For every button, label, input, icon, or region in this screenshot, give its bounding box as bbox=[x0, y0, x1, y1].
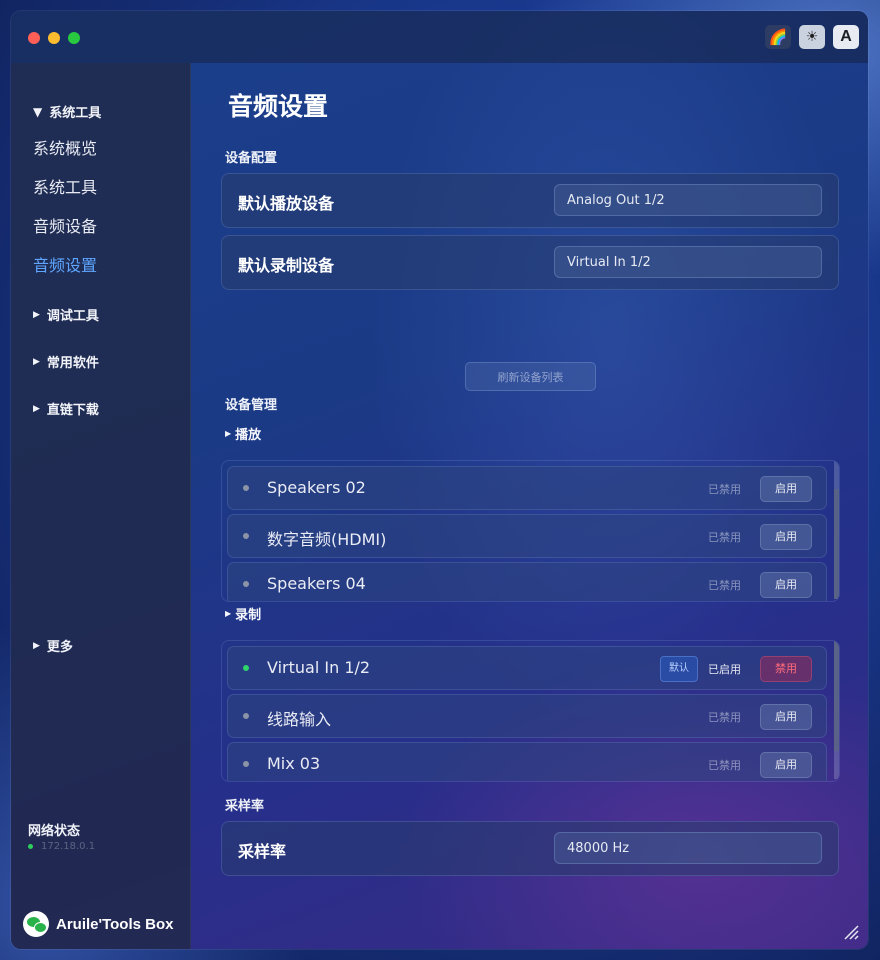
enable-button[interactable]: 启用 bbox=[760, 572, 812, 598]
status-dot-icon bbox=[243, 761, 249, 767]
brand-name: Aruile'Tools Box bbox=[56, 915, 174, 933]
rainbow-theme-icon[interactable]: 🌈 bbox=[765, 25, 791, 49]
default-playback-select[interactable]: Analog Out 1/2 bbox=[554, 184, 822, 216]
list-item: Virtual In 1/2 默认 已启用 禁用 bbox=[227, 646, 827, 690]
default-record-card: 默认录制设备 Virtual In 1/2 bbox=[221, 235, 839, 290]
sidebar-group-system-tools[interactable]: ▼ 系统工具 bbox=[33, 102, 102, 122]
playback-subsection-label: 播放 bbox=[235, 428, 262, 443]
list-item: 数字音频(HDMI) 已禁用 启用 bbox=[227, 514, 827, 558]
chevron-right-icon: ▶ bbox=[33, 640, 40, 651]
default-playback-label: 默认播放设备 bbox=[238, 194, 335, 213]
chevron-right-icon: ▶ bbox=[225, 609, 232, 618]
sidebar-group-label: 直链下载 bbox=[46, 403, 99, 418]
close-window-button[interactable] bbox=[28, 32, 40, 44]
status-dot-icon bbox=[243, 581, 249, 587]
title-bar: 🌈 ☀ A bbox=[11, 11, 868, 63]
playback-subsection[interactable]: ▶ 播放 bbox=[225, 424, 261, 443]
wechat-icon bbox=[23, 911, 49, 937]
scrollbar-thumb[interactable] bbox=[834, 641, 839, 751]
enable-button[interactable]: 启用 bbox=[760, 524, 812, 550]
font-icon[interactable]: A bbox=[833, 25, 859, 49]
sidebar-group-direct-download[interactable]: ▶ 直链下载 bbox=[33, 399, 99, 418]
ip-address: 172.18.0.1 bbox=[41, 841, 96, 852]
chevron-right-icon: ▶ bbox=[33, 309, 40, 320]
device-status: 已禁用 bbox=[708, 531, 741, 544]
sidebar-item-system-overview[interactable]: 系统概览 bbox=[33, 135, 97, 159]
sidebar-group-label: 更多 bbox=[46, 640, 73, 655]
maximize-window-button[interactable] bbox=[68, 32, 80, 44]
sidebar-item-audio-devices[interactable]: 音频设备 bbox=[33, 213, 97, 237]
list-item: Speakers 02 已禁用 启用 bbox=[227, 466, 827, 510]
status-dot-icon bbox=[243, 533, 249, 539]
resize-grip-icon[interactable] bbox=[843, 924, 859, 940]
status-dot-icon bbox=[243, 665, 249, 671]
sidebar-group-label: 调试工具 bbox=[46, 309, 99, 324]
disable-button[interactable]: 禁用 bbox=[760, 656, 812, 682]
sidebar: ▼ 系统工具 系统概览 系统工具 音频设备 音频设置 ▶ 调试工具 ▶ 常用软件… bbox=[11, 63, 191, 949]
device-name: Speakers 02 bbox=[267, 478, 366, 497]
record-subsection[interactable]: ▶ 录制 bbox=[225, 604, 261, 623]
default-badge: 默认 bbox=[660, 656, 698, 682]
enable-button[interactable]: 启用 bbox=[760, 752, 812, 778]
section-device-management: 设备管理 bbox=[225, 398, 278, 413]
list-item: Mix 03 已禁用 启用 bbox=[227, 742, 827, 781]
record-device-list[interactable]: Virtual In 1/2 默认 已启用 禁用 线路输入 已禁用 启用 Mix… bbox=[221, 640, 840, 782]
brightness-icon[interactable]: ☀ bbox=[799, 25, 825, 49]
enable-button[interactable]: 启用 bbox=[760, 704, 812, 730]
title-actions: 🌈 ☀ A bbox=[765, 25, 859, 49]
chevron-right-icon: ▶ bbox=[225, 429, 232, 438]
device-status: 已禁用 bbox=[708, 579, 741, 592]
default-record-select[interactable]: Virtual In 1/2 bbox=[554, 246, 822, 278]
sample-rate-label: 采样率 bbox=[238, 842, 287, 861]
sample-rate-card: 采样率 48000 Hz bbox=[221, 821, 839, 876]
device-name: 线路输入 bbox=[267, 710, 332, 729]
refresh-device-list-button[interactable]: 刷新设备列表 bbox=[465, 362, 596, 391]
list-item: Speakers 04 已禁用 启用 bbox=[227, 562, 827, 601]
sidebar-item-audio-settings[interactable]: 音频设置 bbox=[33, 252, 97, 276]
device-name: Mix 03 bbox=[267, 754, 321, 773]
chevron-right-icon: ▶ bbox=[33, 356, 40, 367]
status-dot-icon bbox=[243, 485, 249, 491]
device-name: 数字音频(HDMI) bbox=[267, 530, 387, 549]
playback-device-list[interactable]: Speakers 02 已禁用 启用 数字音频(HDMI) 已禁用 启用 Spe… bbox=[221, 460, 840, 602]
record-subsection-label: 录制 bbox=[235, 608, 262, 623]
status-dot-icon bbox=[28, 844, 33, 849]
sidebar-group-label: 常用软件 bbox=[46, 356, 99, 371]
playback-scrollbar[interactable] bbox=[834, 461, 839, 599]
scrollbar-thumb[interactable] bbox=[834, 489, 839, 599]
sample-rate-select[interactable]: 48000 Hz bbox=[554, 832, 822, 864]
default-playback-card: 默认播放设备 Analog Out 1/2 bbox=[221, 173, 839, 228]
chevron-down-icon: ▼ bbox=[33, 104, 43, 119]
sidebar-group-common-software[interactable]: ▶ 常用软件 bbox=[33, 352, 99, 371]
device-name: Speakers 04 bbox=[267, 574, 366, 593]
device-status: 已禁用 bbox=[708, 483, 741, 496]
brand[interactable]: Aruile'Tools Box bbox=[23, 911, 173, 937]
page-title: 音频设置 bbox=[228, 92, 329, 121]
record-scrollbar[interactable] bbox=[834, 641, 839, 779]
main-content: 音频设置 设备配置 默认播放设备 Analog Out 1/2 默认录制设备 V… bbox=[191, 63, 868, 949]
section-device-config: 设备配置 bbox=[225, 151, 278, 166]
enable-button[interactable]: 启用 bbox=[760, 476, 812, 502]
sidebar-group-debug-tools[interactable]: ▶ 调试工具 bbox=[33, 305, 99, 324]
device-name: Virtual In 1/2 bbox=[267, 658, 371, 677]
sidebar-group-label: 系统工具 bbox=[49, 106, 102, 121]
app-window: 🌈 ☀ A ▼ 系统工具 系统概览 系统工具 音频设备 音频设置 ▶ 调试工具 … bbox=[11, 11, 868, 949]
device-status: 已启用 bbox=[708, 663, 741, 676]
device-status: 已禁用 bbox=[708, 759, 741, 772]
list-item: 线路输入 已禁用 启用 bbox=[227, 694, 827, 738]
device-status: 已禁用 bbox=[708, 711, 741, 724]
sidebar-group-more[interactable]: ▶ 更多 bbox=[33, 636, 73, 655]
default-record-label: 默认录制设备 bbox=[238, 256, 335, 275]
section-sample-rate: 采样率 bbox=[225, 799, 265, 814]
sidebar-item-system-tools[interactable]: 系统工具 bbox=[33, 174, 97, 198]
network-status: 172.18.0.1 bbox=[28, 841, 95, 852]
chevron-right-icon: ▶ bbox=[33, 403, 40, 414]
network-status-title: 网络状态 bbox=[28, 824, 81, 839]
minimize-window-button[interactable] bbox=[48, 32, 60, 44]
status-dot-icon bbox=[243, 713, 249, 719]
